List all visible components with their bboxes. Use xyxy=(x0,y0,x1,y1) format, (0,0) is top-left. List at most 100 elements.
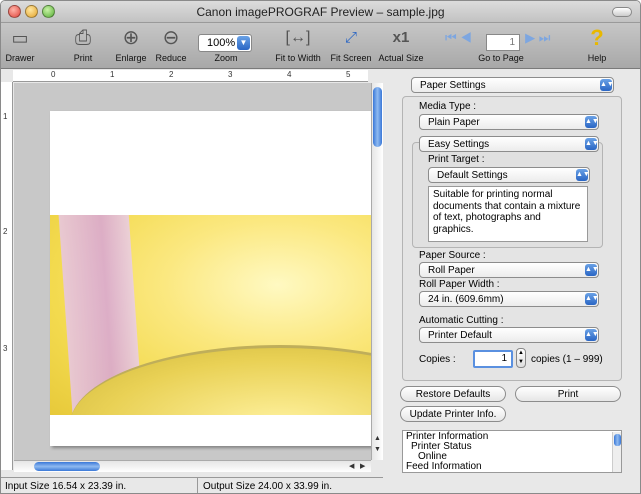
reduce-label: Reduce xyxy=(155,53,187,63)
print-target-label: Print Target : xyxy=(428,154,485,165)
printer-icon: ⎙ xyxy=(75,27,91,49)
fit-screen-icon: ⤢ xyxy=(344,29,357,46)
zoom-out-icon: ⊖ xyxy=(162,27,180,49)
ruler-tick: 3 xyxy=(3,344,8,353)
fit-width-icon: [↔] xyxy=(285,29,311,46)
scroll-down-arrow-icon[interactable]: ▼ xyxy=(374,446,381,453)
ruler-tick: 3 xyxy=(228,70,233,79)
paper-page xyxy=(50,111,371,446)
copies-input[interactable]: 1 xyxy=(473,350,513,368)
chevron-updown-icon: ▲▼ xyxy=(585,293,599,305)
help-button[interactable]: ? Help xyxy=(577,25,617,63)
reduce-button[interactable]: ⊖ Reduce xyxy=(151,25,191,63)
scroll-up-arrow-icon[interactable]: ▲ xyxy=(374,435,381,442)
toolbar-toggle-button[interactable] xyxy=(612,7,632,17)
input-size-text: Input Size 16.54 x 23.39 in. xyxy=(5,481,127,492)
window-title: Canon imagePROGRAF Preview – sample.jpg xyxy=(196,5,445,19)
toolbar: ▭ Drawer ⎙ Print ⊕ Enlarge ⊖ Reduce · Zo… xyxy=(1,23,640,69)
media-type-value: Plain Paper xyxy=(428,117,480,128)
status-divider xyxy=(197,478,198,493)
fit-screen-button[interactable]: ⤢ Fit Screen xyxy=(328,25,374,63)
preview-image xyxy=(50,215,371,415)
actual-size-button[interactable]: x1 Actual Size xyxy=(375,25,427,63)
ruler-tick: 5 xyxy=(346,70,351,79)
fit-to-width-button[interactable]: [↔] Fit to Width xyxy=(269,25,327,63)
info-scroll-thumb[interactable] xyxy=(614,434,621,446)
output-size-text: Output Size 24.00 x 33.99 in. xyxy=(203,481,332,492)
ruler-tick: 4 xyxy=(287,70,292,79)
copies-label: Copies : xyxy=(419,354,456,365)
chevron-updown-icon: ▲▼ xyxy=(585,329,599,341)
preview-canvas[interactable] xyxy=(14,83,371,460)
go-to-page-label: Go to Page xyxy=(478,53,524,63)
chevron-updown-icon: ▲▼ xyxy=(585,138,599,150)
settings-panel: Paper Settings ▲▼ Media Type : Plain Pap… xyxy=(384,70,640,493)
horizontal-scrollbar[interactable]: ◀ ▶ xyxy=(14,460,371,472)
zoom-select[interactable]: 100% ▼ xyxy=(198,34,252,52)
ruler-tick: 1 xyxy=(110,70,115,79)
help-label: Help xyxy=(587,53,607,63)
vertical-scroll-thumb[interactable] xyxy=(373,87,382,147)
ruler-tick: 2 xyxy=(3,227,8,236)
paper-source-value: Roll Paper xyxy=(428,265,475,276)
drawer-button[interactable]: ▭ Drawer xyxy=(3,25,37,63)
ruler-tick: 0 xyxy=(51,70,56,79)
print-button[interactable]: Print xyxy=(515,386,621,402)
print-label: Print xyxy=(73,53,93,63)
zoom-in-icon: ⊕ xyxy=(122,27,140,49)
page-number-input[interactable]: 1 xyxy=(486,34,520,51)
enlarge-button[interactable]: ⊕ Enlarge xyxy=(111,25,151,63)
drawer-label: Drawer xyxy=(5,53,35,63)
help-icon: ? xyxy=(590,25,604,50)
actual-size-label: Actual Size xyxy=(378,53,424,63)
section-select-value: Paper Settings xyxy=(420,80,486,91)
roll-width-value: 24 in. (609.6mm) xyxy=(428,294,504,305)
chevron-updown-icon: ▲▼ xyxy=(576,169,590,181)
drawer-icon: ▭ xyxy=(11,28,29,48)
info-line: Feed Information xyxy=(406,461,482,472)
print-target-select[interactable]: Default Settings ▲▼ xyxy=(428,167,590,183)
restore-defaults-button[interactable]: Restore Defaults xyxy=(400,386,506,402)
ruler-tick: 2 xyxy=(169,70,174,79)
printer-info-list[interactable]: Printer Information Printer Status Onlin… xyxy=(402,430,622,473)
left-ruler: 1 2 3 4 xyxy=(1,82,13,470)
media-type-select[interactable]: Plain Paper ▲▼ xyxy=(419,114,599,130)
easy-settings-value: Easy Settings xyxy=(428,139,490,150)
chevron-updown-icon: ▲▼ xyxy=(600,79,614,91)
scroll-right-arrow-icon[interactable]: ▶ xyxy=(360,462,365,470)
print-toolbar-button[interactable]: ⎙ Print xyxy=(67,25,99,63)
zoom-label: Zoom xyxy=(214,53,238,63)
vertical-scrollbar[interactable]: ▲ ▼ xyxy=(371,83,383,460)
chevron-down-icon: ▼ xyxy=(237,36,250,50)
media-type-label: Media Type : xyxy=(419,101,477,112)
scroll-left-arrow-icon[interactable]: ◀ xyxy=(349,462,354,470)
zoom-value: 100% xyxy=(207,37,236,49)
chevron-updown-icon: ▲▼ xyxy=(585,116,599,128)
paper-source-select[interactable]: Roll Paper ▲▼ xyxy=(419,262,599,278)
actual-size-icon: x1 xyxy=(392,29,410,46)
enlarge-label: Enlarge xyxy=(115,53,147,63)
auto-cut-label: Automatic Cutting : xyxy=(419,315,504,326)
top-ruler: 0 1 2 3 4 5 xyxy=(13,70,368,82)
horizontal-scroll-thumb[interactable] xyxy=(34,462,100,471)
section-select[interactable]: Paper Settings ▲▼ xyxy=(411,77,614,93)
roll-width-label: Roll Paper Width : xyxy=(419,279,500,290)
roll-width-select[interactable]: 24 in. (609.6mm) ▲▼ xyxy=(419,291,599,307)
preview-window: Canon imagePROGRAF Preview – sample.jpg … xyxy=(0,0,641,494)
ruler-tick: 1 xyxy=(3,112,8,121)
auto-cut-value: Printer Default xyxy=(428,330,492,341)
fit-screen-label: Fit Screen xyxy=(330,53,372,63)
chevron-updown-icon: ▲▼ xyxy=(585,264,599,276)
auto-cut-select[interactable]: Printer Default ▲▼ xyxy=(419,327,599,343)
copies-range-text: copies (1 – 999) xyxy=(531,354,603,365)
copies-stepper[interactable]: ▲ ▼ xyxy=(516,348,526,368)
info-scrollbar[interactable] xyxy=(612,432,621,472)
title-bar: Canon imagePROGRAF Preview – sample.jpg xyxy=(1,1,640,23)
status-bar: Input Size 16.54 x 23.39 in. Output Size… xyxy=(1,477,383,493)
paper-source-label: Paper Source : xyxy=(419,250,486,261)
update-printer-info-button[interactable]: Update Printer Info. xyxy=(400,406,506,422)
print-target-description: Suitable for printing normal documents t… xyxy=(428,186,588,242)
fit-width-label: Fit to Width xyxy=(275,53,321,63)
easy-settings-select[interactable]: Easy Settings ▲▼ xyxy=(419,136,599,152)
print-target-value: Default Settings xyxy=(437,170,508,181)
